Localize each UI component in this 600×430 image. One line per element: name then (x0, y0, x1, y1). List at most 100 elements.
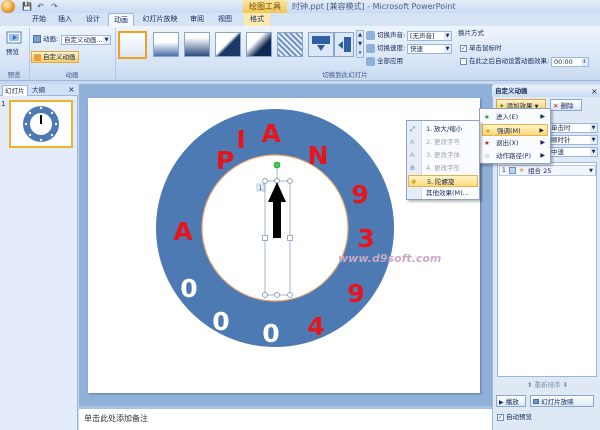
clock-letter: P (216, 146, 234, 175)
entrance-star-icon: ★ (484, 113, 490, 121)
animate-value: 自定义动画... (64, 36, 103, 44)
clock-letter: N (308, 141, 329, 170)
menu-item-label: 动作路径(P) (496, 152, 531, 160)
tab-animations[interactable]: 动画 (108, 13, 134, 26)
play-icon: ▶ (499, 399, 504, 406)
undo-icon[interactable]: ↶ (36, 2, 45, 11)
chevron-down-icon: ▼ (590, 136, 597, 144)
chevron-down-icon: ▼ (589, 168, 593, 174)
tab-home[interactable]: 开始 (28, 13, 50, 26)
transition-fade-thumb[interactable] (153, 32, 179, 57)
transition-wipe-down-thumb[interactable] (308, 32, 334, 57)
speed-value: 中速 (551, 148, 564, 156)
clock-thumbnail-icon (23, 106, 59, 142)
effect-change-font: A 3. 更改字体 (408, 149, 478, 161)
transition-none-thumb[interactable] (118, 31, 147, 59)
tab-slides[interactable]: 幻灯片 (2, 85, 28, 96)
clock-letter: 9 (347, 279, 364, 308)
exit-star-icon: ★ (484, 139, 490, 147)
transition-speed-dropdown[interactable]: 快速 ▼ (407, 44, 452, 54)
effect-number: 2. (426, 138, 433, 146)
close-icon[interactable]: × (591, 87, 598, 96)
effect-grow-shrink[interactable]: ⤢ 1. 放大/缩小 (408, 123, 478, 135)
remove-button[interactable]: ✕ 删除 (550, 99, 582, 111)
office-button[interactable] (1, 0, 15, 13)
animate-dropdown[interactable]: 自定义动画... ▼ (61, 35, 111, 45)
list-item-label: 组合 25 (528, 167, 552, 175)
effect-label: 更改字体 (434, 151, 460, 159)
tab-design[interactable]: 设计 (82, 13, 104, 26)
effect-spin[interactable]: ✺ 5. 陀螺旋 (408, 175, 478, 187)
submenu-arrow-icon: ▶ (540, 139, 545, 146)
effect-change-font-style: B 4. 更改字形 (408, 162, 478, 174)
chevron-down-icon: ▼ (358, 41, 362, 47)
gallery-scroll[interactable]: ▲ ▼ ▾ (356, 30, 364, 58)
menu-item-exit[interactable]: ★ 退出(X) ▶ (482, 137, 548, 149)
list-item[interactable]: 1 ★ 组合 25 ▼ (499, 165, 596, 176)
group-separator (115, 28, 116, 80)
menu-item-motion-path[interactable]: ☆ 动作路径(P) ▶ (482, 150, 548, 162)
custom-animation-icon (34, 54, 41, 61)
tab-review[interactable]: 审阅 (186, 13, 208, 26)
transition-dissolve-thumb[interactable] (277, 32, 303, 57)
menu-item-entrance[interactable]: ★ 进入(E) ▶ (482, 111, 548, 123)
transition-cut-black-thumb[interactable] (246, 32, 272, 57)
effect-label: 更改字形 (434, 164, 460, 172)
reorder-control[interactable]: ⬆ 重新排序 ⬇ (527, 380, 568, 390)
transition-wipe-left-thumb[interactable] (334, 32, 354, 57)
submenu-arrow-icon: ▶ (540, 113, 545, 120)
tab-insert[interactable]: 插入 (54, 13, 76, 26)
slideshow-button[interactable]: 幻灯片放映 (530, 395, 594, 407)
spin-effect-icon: ★ (519, 167, 525, 174)
tab-slideshow[interactable]: 幻灯片放映 (138, 13, 182, 26)
effect-label: 更改字号 (434, 138, 460, 146)
on-click-checkbox[interactable]: ✓ (460, 45, 467, 52)
direction-dropdown[interactable]: 顺时针 ▼ (548, 135, 598, 145)
start-dropdown[interactable]: 单击时 ▼ (548, 123, 598, 133)
autopreview-checkbox[interactable]: ✓ (497, 414, 504, 421)
menu-item-label: 退出(X) (496, 139, 519, 147)
after-time-checkbox[interactable] (460, 58, 467, 65)
clock-letter: 4 (307, 312, 324, 341)
tab-outline[interactable]: 大纲 (30, 85, 47, 96)
apply-all-button[interactable]: 全部应用 (377, 57, 403, 66)
redo-icon[interactable]: ↷ (50, 2, 59, 11)
animation-list[interactable]: 1 ★ 组合 25 ▼ (497, 162, 597, 377)
custom-animation-label: 自定义动画 (43, 53, 76, 61)
effect-more[interactable]: 其他效果(M)... (408, 187, 478, 199)
transition-cut-thumb[interactable] (215, 32, 241, 57)
transition-speed-label: 切换速度: (377, 44, 406, 52)
clock-letter: 0 (262, 319, 279, 348)
transition-fade-black-thumb[interactable] (184, 32, 210, 57)
effect-number: 4. (426, 164, 433, 172)
close-icon[interactable]: × (68, 85, 75, 95)
chevron-down-icon: ▼ (444, 32, 451, 40)
after-time-spinner[interactable]: 00:00 ⇕ (551, 57, 589, 67)
animate-icon (33, 35, 41, 43)
animations-group-label: 动画 (65, 71, 79, 79)
tab-view[interactable]: 视图 (214, 13, 236, 26)
menu-item-label: 进入(E) (496, 113, 519, 121)
notes-pane[interactable]: 单击此处添加备注 (79, 406, 492, 430)
font-icon: A (410, 151, 415, 159)
list-item-number: 1 (502, 167, 506, 174)
animation-order-number: 1 (259, 185, 263, 192)
custom-animation-button[interactable]: 自定义动画 (31, 51, 79, 63)
transition-speed-value: 快速 (410, 45, 423, 53)
effect-number: 3. (426, 151, 433, 159)
menu-item-emphasis[interactable]: ★ 强调(M) ▶ (482, 124, 548, 136)
clock-letter: 0 (180, 274, 197, 303)
rotation-handle[interactable] (273, 161, 281, 169)
clock-letter: I (236, 125, 245, 154)
on-click-label: 单击鼠标时 (469, 44, 502, 52)
speed-dropdown[interactable]: 中速 ▼ (548, 147, 598, 157)
notes-placeholder: 单击此处添加备注 (84, 414, 148, 423)
save-icon[interactable]: 💾 (22, 2, 32, 11)
preview-button[interactable] (6, 30, 22, 46)
effect-number: 1. (426, 125, 433, 133)
tab-format[interactable]: 格式 (244, 13, 270, 26)
chevron-down-icon: ▼ (444, 45, 451, 53)
slide-thumbnail[interactable] (9, 100, 73, 148)
transition-sound-dropdown[interactable]: [无声音] ▼ (407, 31, 452, 41)
play-button[interactable]: ▶ 播放 (496, 395, 526, 407)
